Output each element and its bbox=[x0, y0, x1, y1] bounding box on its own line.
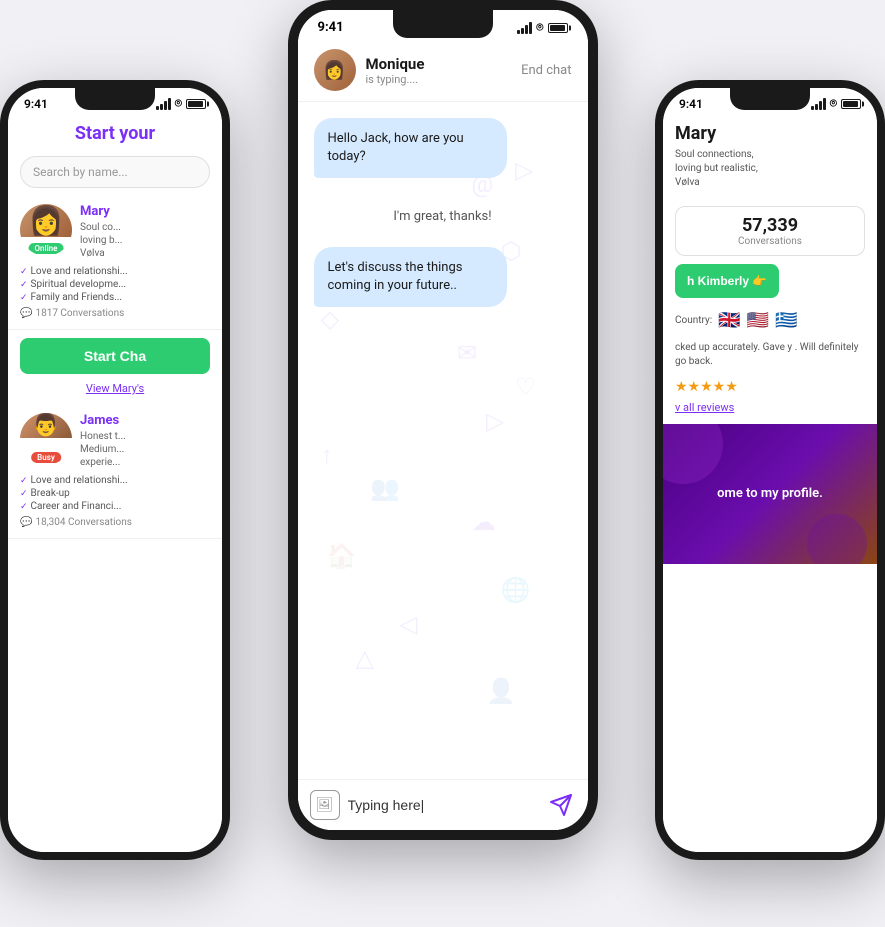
star-rating: ★★★★★ bbox=[663, 375, 877, 399]
notch-left bbox=[75, 88, 155, 110]
send-button[interactable] bbox=[546, 790, 576, 820]
flag-uk: 🇬🇧 bbox=[718, 310, 740, 331]
chat-input-area: 🖼 bbox=[298, 779, 588, 830]
battery-icon-left bbox=[186, 99, 206, 109]
message-2: I'm great, thanks! bbox=[379, 196, 505, 238]
flag-us: 🇺🇸 bbox=[747, 310, 769, 331]
flag-gr: 🇬🇷 bbox=[775, 310, 797, 331]
notch-right bbox=[730, 88, 810, 110]
time-center: 9:41 bbox=[318, 20, 344, 35]
view-profile-mary[interactable]: View Mary's bbox=[8, 382, 222, 395]
left-content: 9:41 ⌾ Start your Search by name... 👩 On… bbox=[8, 88, 222, 852]
notch-center bbox=[393, 10, 493, 38]
battery-icon-center bbox=[548, 23, 568, 33]
advisor-desc-james: Honest t...Medium...experie... bbox=[80, 430, 210, 469]
tag-spiritual: Spiritual developme... bbox=[20, 279, 210, 290]
status-icons-right: ⌾ bbox=[811, 96, 861, 111]
banner-text: ome to my profile. bbox=[717, 485, 823, 503]
tags-mary: Love and relationshi... Spiritual develo… bbox=[20, 266, 210, 303]
search-bar[interactable]: Search by name... bbox=[20, 156, 210, 188]
chat-input-field[interactable] bbox=[348, 797, 538, 813]
message-1: Hello Jack, how are you today? bbox=[314, 118, 508, 178]
tag-breakup: Break-up bbox=[20, 488, 210, 499]
phone-left: 9:41 ⌾ Start your Search by name... 👩 On… bbox=[0, 80, 230, 860]
advisor-name-mary: Mary bbox=[80, 204, 210, 219]
country-flags: Country: 🇬🇧 🇺🇸 🇬🇷 bbox=[663, 306, 877, 335]
tags-james: Love and relationshi... Break-up Career … bbox=[20, 475, 210, 512]
send-icon bbox=[549, 793, 573, 817]
phone-center: 9:41 ⌾ 👩 Monique is typing.... End chat bbox=[288, 0, 598, 840]
conversations-james: 💬 18,304 Conversations bbox=[20, 517, 210, 528]
chat-header: 👩 Monique is typing.... End chat bbox=[298, 39, 588, 102]
advisor-desc-mary: Soul co...loving b...Vølva bbox=[80, 221, 210, 260]
advisor-card-james: 👨 Busy James Honest t...Medium...experie… bbox=[8, 403, 222, 539]
chat-messages: @ ▷ ⬡ ◇ ✉ ♡ ▷ ↑ 👥 ☁ 🏠 🌐 ◁ △ 👤 Hello Jack… bbox=[298, 102, 588, 779]
stats-label: Conversations bbox=[690, 236, 850, 247]
signal-icon-right bbox=[811, 98, 826, 110]
messages-container: Hello Jack, how are you today? I'm great… bbox=[314, 118, 572, 317]
advisor-top-mary: 👩 Online Mary Soul co...loving b...Vølva bbox=[20, 204, 210, 260]
message-3: Let's discuss the things coming in your … bbox=[314, 247, 508, 307]
tag-love-james: Love and relationshi... bbox=[20, 475, 210, 486]
chat-avatar-monique: 👩 bbox=[314, 49, 356, 91]
center-content: 9:41 ⌾ 👩 Monique is typing.... End chat bbox=[298, 10, 588, 830]
left-title: Start your bbox=[20, 123, 210, 144]
tag-love: Love and relationshi... bbox=[20, 266, 210, 277]
stats-number: 57,339 bbox=[690, 215, 850, 236]
chat-typing-status: is typing.... bbox=[366, 73, 512, 86]
chat-advisor-name: Monique bbox=[366, 55, 512, 73]
advisor-top-james: 👨 Busy James Honest t...Medium...experie… bbox=[20, 413, 210, 469]
battery-icon-right bbox=[841, 99, 861, 109]
avatar-mary: 👩 Online bbox=[20, 204, 72, 256]
stats-box: 57,339 Conversations bbox=[675, 206, 865, 256]
status-dot-mary: Online bbox=[29, 243, 64, 254]
time-left: 9:41 bbox=[24, 97, 48, 111]
right-advisor-desc: Soul connections,loving but realistic,Vø… bbox=[675, 148, 865, 190]
status-icons-center: ⌾ bbox=[517, 20, 567, 35]
phone-right: 9:41 ⌾ Mary Soul connections,loving but … bbox=[655, 80, 885, 860]
conversations-mary: 💬 1817 Conversations bbox=[20, 308, 210, 319]
wifi-icon-left: ⌾ bbox=[175, 96, 182, 111]
right-content: 9:41 ⌾ Mary Soul connections,loving but … bbox=[663, 88, 877, 852]
avatar-james: 👨 Busy bbox=[20, 413, 72, 465]
chat-advisor-info: Monique is typing.... bbox=[366, 55, 512, 86]
country-label: Country: bbox=[675, 315, 712, 326]
right-advisor-name: Mary bbox=[675, 123, 865, 144]
wifi-icon-center: ⌾ bbox=[536, 20, 543, 35]
start-chat-button-mary[interactable]: Start Cha bbox=[20, 338, 210, 374]
review-text: cked up accurately. Gave y . Will defini… bbox=[663, 335, 877, 375]
status-dot-james: Busy bbox=[31, 452, 61, 463]
advisor-name-james: James bbox=[80, 413, 210, 428]
right-header: Mary Soul connections,loving but realist… bbox=[663, 115, 877, 198]
advisor-info-mary: Mary Soul co...loving b...Vølva bbox=[80, 204, 210, 260]
image-attach-button[interactable]: 🖼 bbox=[310, 790, 340, 820]
all-reviews-link[interactable]: v all reviews bbox=[663, 399, 877, 416]
tag-career: Career and Financi... bbox=[20, 501, 210, 512]
signal-icon-left bbox=[156, 98, 171, 110]
status-icons-left: ⌾ bbox=[156, 96, 206, 111]
end-chat-button[interactable]: End chat bbox=[521, 63, 571, 78]
wifi-icon-right: ⌾ bbox=[830, 96, 837, 111]
chat-with-button[interactable]: h Kimberly 👉 bbox=[675, 264, 779, 298]
time-right: 9:41 bbox=[679, 97, 703, 111]
advisor-card-mary: 👩 Online Mary Soul co...loving b...Vølva… bbox=[8, 194, 222, 330]
purple-banner: ome to my profile. bbox=[663, 424, 877, 564]
signal-icon-center bbox=[517, 22, 532, 34]
left-header: Start your bbox=[8, 115, 222, 150]
tag-family: Family and Friends... bbox=[20, 292, 210, 303]
advisor-info-james: James Honest t...Medium...experie... bbox=[80, 413, 210, 469]
